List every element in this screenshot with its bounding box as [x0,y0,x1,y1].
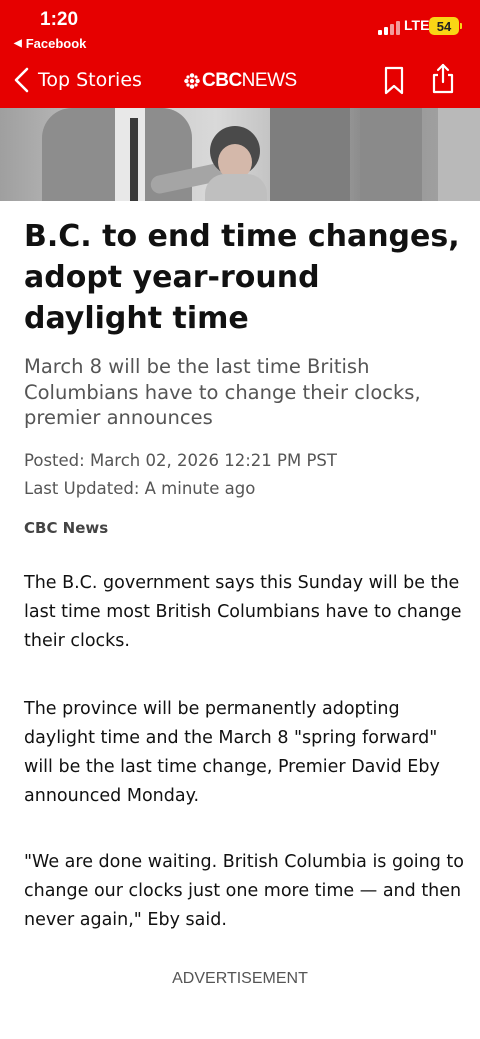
cell-signal-icon [378,21,400,35]
bookmark-icon[interactable] [383,66,405,96]
article-byline: CBC News [24,519,109,537]
cbc-gem-icon [184,73,200,89]
brand-news: NEWS [241,70,298,91]
back-button-label: Top Stories [38,69,142,91]
chevron-left-icon [14,67,29,93]
share-icon[interactable] [430,63,456,95]
article-hero-image [0,108,480,201]
back-triangle-icon: ◀ [14,38,22,49]
cbc-news-logo: CBC NEWS [184,70,297,92]
back-app-label: Facebook [25,36,87,51]
article-paragraph: The B.C. government says this Sunday wil… [24,573,462,651]
brand-cbc: CBC [202,70,242,91]
network-type: LTE [404,17,430,33]
status-time: 1:20 [40,9,79,30]
posted-date: Posted: March 02, 2026 12:21 PM PST [24,451,337,470]
battery-level: 54 [436,18,452,34]
last-updated: Last Updated: A minute ago [24,479,256,498]
back-to-app-link[interactable]: ◀ Facebook [14,36,86,51]
top-bar: 1:20 ◀ Facebook LTE 54 Top Stories CBCN [0,0,480,108]
battery-icon: 54 [429,17,462,35]
back-button[interactable]: Top Stories [12,66,142,94]
advertisement-label: ADVERTISEMENT [172,970,308,987]
article-subheadline: March 8 will be the last time British Co… [24,355,421,429]
article-headline: B.C. to end time changes, adopt year-rou… [24,219,460,336]
article-paragraph: The province will be permanently adoptin… [24,699,440,806]
article-paragraph: "We are done waiting. British Columbia i… [24,852,464,930]
